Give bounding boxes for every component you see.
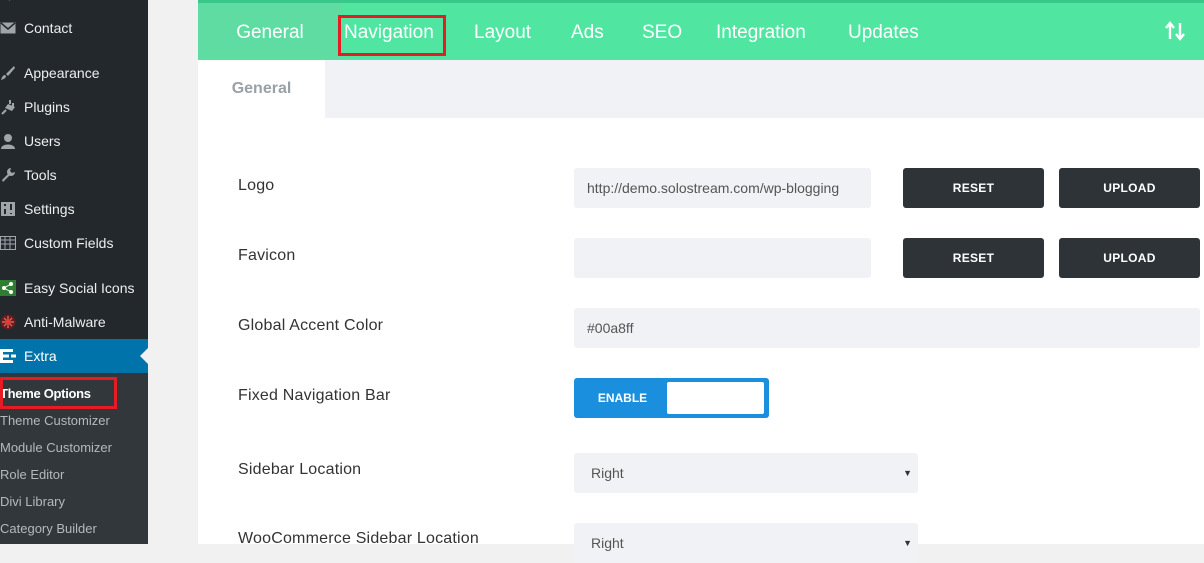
sidebar-item-contact[interactable]: Contact [0,11,148,45]
subtab-bar: General [198,60,1204,118]
sidebar-location-label: Sidebar Location [238,461,362,478]
admin-sidebar: ▾ Contact Appearance Plugins Users Tools [0,0,148,544]
sidebar-item-appearance[interactable]: Appearance [0,56,148,90]
submenu-item-divi-library[interactable]: Divi Library [0,489,65,515]
sidebar-item-plugins[interactable]: Plugins [0,90,148,124]
fixed-nav-label: Fixed Navigation Bar [238,387,391,404]
sidebar-item-users[interactable]: Users [0,124,148,158]
highlight-box-navigation [338,15,446,56]
submenu-item-module-customizer[interactable]: Module Customizer [0,435,112,461]
favicon-label: Favicon [238,247,296,264]
sidebar-item-label: Contact [24,20,73,36]
sidebar-item-label: Anti-Malware [24,314,106,330]
tab-seo[interactable]: SEO [642,3,682,60]
shield-icon [0,314,20,330]
wrench-icon [0,167,20,183]
toggle-knob[interactable] [667,382,764,414]
favicon-url-input[interactable] [574,238,871,278]
submenu-item-role-editor[interactable]: Role Editor [0,462,64,488]
sidebar-item-label: Extra [24,348,57,364]
tab-ads[interactable]: Ads [571,3,604,60]
sort-arrows-icon[interactable] [1164,21,1186,46]
woo-sidebar-location-select[interactable]: Right ▼ [574,523,918,563]
sidebar-location-value: Right [591,465,624,481]
accent-color-label: Global Accent Color [238,317,384,334]
sidebar-item-label: Custom Fields [24,235,114,251]
woo-sidebar-location-label: WooCommerce Sidebar Location [238,530,479,547]
plug-icon [0,99,20,115]
submenu-item-category-builder[interactable]: Category Builder [0,516,97,542]
theme-options-panel: General Navigation Layout Ads SEO Integr… [198,0,1204,563]
sidebar-item-extra[interactable]: Extra [0,339,148,373]
sidebar-item-label: Tools [24,167,57,183]
extra-icon [0,349,20,363]
sliders-icon [0,201,20,217]
tab-integration[interactable]: Integration [716,3,806,60]
sidebar-item-label: Plugins [24,99,70,115]
tab-updates[interactable]: Updates [848,3,919,60]
tab-layout[interactable]: Layout [474,3,531,60]
sidebar-item-label: Users [24,133,61,149]
table-icon [0,236,20,250]
brush-icon [0,65,20,81]
logo-upload-button[interactable]: UPLOAD [1059,168,1200,208]
logo-url-input[interactable]: http://demo.solostream.com/wp-blogging [574,168,871,208]
sidebar-item-label: Appearance [24,65,100,81]
sidebar-item-label: Easy Social Icons [24,280,135,296]
subtab-general[interactable]: General [198,60,325,118]
sidebar-item-settings[interactable]: Settings [0,192,148,226]
toggle-enable-label: ENABLE [597,391,648,405]
sidebar-item-custom-fields[interactable]: Custom Fields [0,226,148,260]
sidebar-location-select[interactable]: Right ▼ [574,453,918,493]
favicon-reset-button[interactable]: RESET [903,238,1044,278]
favicon-upload-button[interactable]: UPLOAD [1059,238,1200,278]
sidebar-item-label: Settings [24,201,75,217]
logo-label: Logo [238,177,275,194]
accent-color-input[interactable]: #00a8ff [574,308,1200,348]
sidebar-item-easy-social-icons[interactable]: Easy Social Icons [0,271,148,305]
options-tab-bar: General Navigation Layout Ads SEO Integr… [198,0,1204,60]
highlight-box-theme-options [0,377,117,409]
submenu-item-theme-customizer[interactable]: Theme Customizer [0,408,110,434]
sidebar-item-anti-malware[interactable]: Anti-Malware [0,305,148,339]
woo-sidebar-location-value: Right [591,535,624,551]
sidebar-item-partial[interactable]: ▾ [0,0,148,6]
dropdown-caret-icon: ▼ [903,468,912,478]
share-icon [0,280,20,296]
logo-reset-button[interactable]: RESET [903,168,1044,208]
sidebar-item-tools[interactable]: Tools [0,158,148,192]
partial-icon: ▾ [6,0,13,5]
fixed-nav-toggle[interactable]: ENABLE [574,378,769,418]
tab-general[interactable]: General [198,3,342,60]
mail-icon [0,22,20,34]
user-icon [0,133,20,149]
dropdown-caret-icon: ▼ [903,538,912,548]
